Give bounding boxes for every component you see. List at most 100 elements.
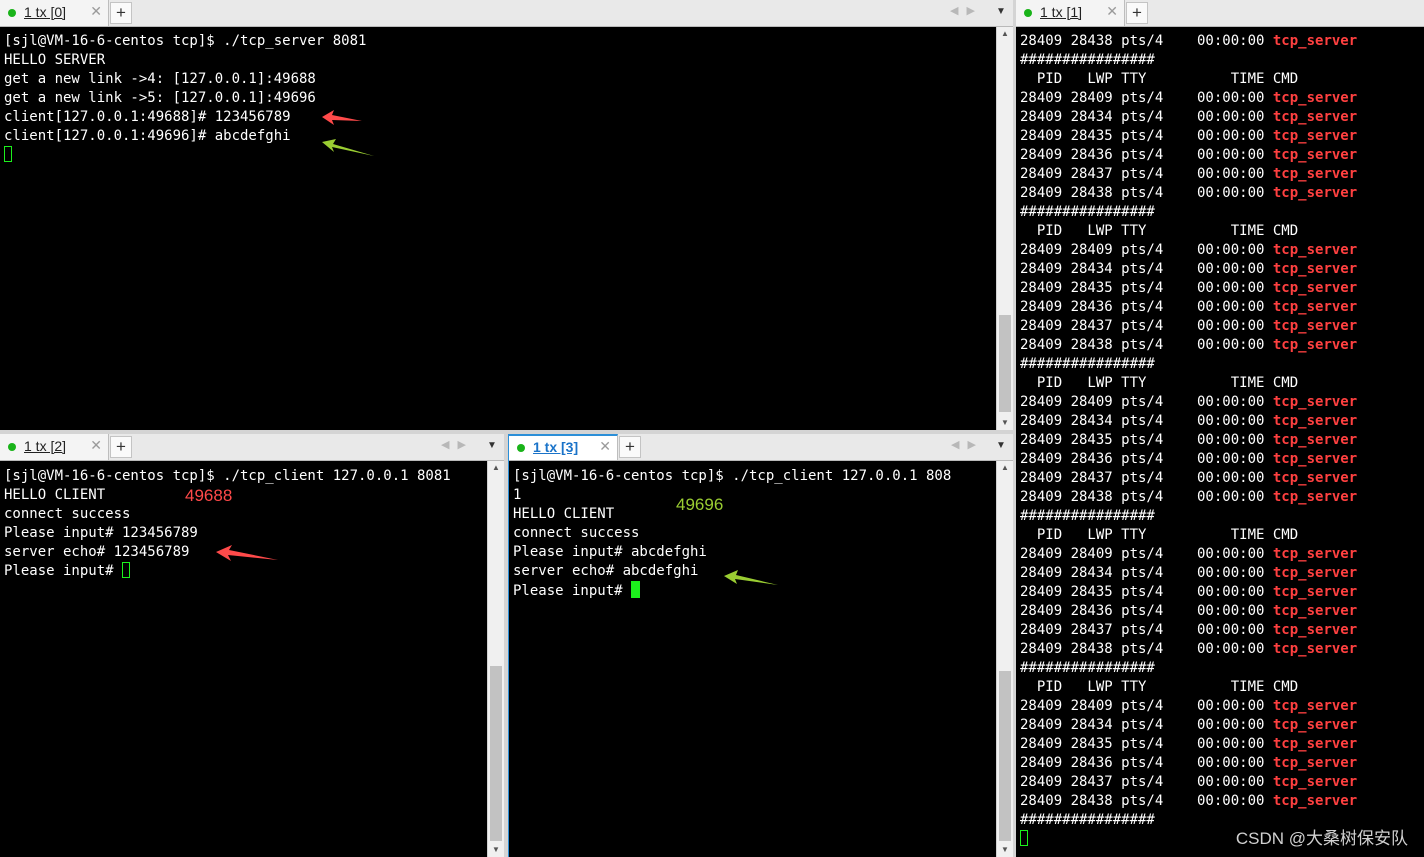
process-cmd: tcp_server	[1272, 242, 1358, 258]
terminal-line: 28409 28434 pts/4 00:00:00 tcp_server	[1020, 412, 1424, 431]
tab-bar: 1 tx [0] ✕ + ◀▶ ▼	[0, 0, 1013, 27]
tab-tx-2[interactable]: 1 tx [2] ✕	[0, 434, 109, 460]
terminal-line: get a new link ->4: [127.0.0.1]:49688	[4, 70, 993, 89]
terminal-output[interactable]: [sjl@VM-16-6-centos tcp]$ ./tcp_client 1…	[4, 467, 484, 857]
process-cmd: tcp_server	[1272, 755, 1358, 771]
process-cmd: tcp_server	[1272, 299, 1358, 315]
terminal-line: [sjl@VM-16-6-centos tcp]$ ./tcp_server 8…	[4, 32, 993, 51]
watermark: CSDN @大桑树保安队	[1235, 829, 1408, 848]
terminal-line-text: 28409 28437 pts/4 00:00:00	[1020, 622, 1273, 638]
terminal-line-text: 28409 28436 pts/4 00:00:00	[1020, 603, 1273, 619]
scroll-up-icon[interactable]: ▲	[997, 27, 1013, 41]
terminal-line-text: get a new link ->5: [127.0.0.1]:49696	[4, 90, 316, 106]
process-cmd: tcp_server	[1272, 451, 1358, 467]
terminal-line: 28409 28438 pts/4 00:00:00 tcp_server	[1020, 792, 1424, 811]
close-tab-icon[interactable]: ✕	[90, 3, 102, 20]
new-tab-button[interactable]: +	[110, 2, 132, 24]
scroll-thumb[interactable]	[999, 671, 1011, 841]
terminal-line-text: 28409 28409 pts/4 00:00:00	[1020, 242, 1273, 258]
tab-tx-1[interactable]: 1 tx [1] ✕	[1016, 0, 1125, 26]
terminal-line: 28409 28435 pts/4 00:00:00 tcp_server	[1020, 583, 1424, 602]
terminal-line-text: Please input# 123456789	[4, 525, 198, 541]
tab-nav-arrows-icon[interactable]: ◀▶	[951, 438, 984, 451]
process-cmd: tcp_server	[1272, 33, 1358, 49]
terminal-line-text: 28409 28437 pts/4 00:00:00	[1020, 470, 1273, 486]
tab-label: 1 tx [2]	[24, 438, 67, 454]
chevron-down-icon[interactable]: ▼	[996, 6, 1006, 17]
scroll-thumb[interactable]	[999, 315, 1011, 412]
terminal-line: 28409 28437 pts/4 00:00:00 tcp_server	[1020, 469, 1424, 488]
terminal-line: 28409 28437 pts/4 00:00:00 tcp_server	[1020, 317, 1424, 336]
terminal-line-text: ################	[1020, 660, 1155, 676]
terminal-line: ################	[1020, 51, 1424, 70]
green-arrow-icon	[322, 139, 374, 156]
terminal-line: 28409 28438 pts/4 00:00:00 tcp_server	[1020, 640, 1424, 659]
terminal-line-text: HELLO CLIENT	[4, 487, 106, 503]
terminal-line-text: 28409 28434 pts/4 00:00:00	[1020, 261, 1273, 277]
terminal-line: PID LWP TTY TIME CMD	[1020, 70, 1424, 89]
terminal-line: 28409 28436 pts/4 00:00:00 tcp_server	[1020, 754, 1424, 773]
vertical-scrollbar[interactable]: ▲ ▼	[996, 461, 1013, 857]
terminal-line: 28409 28434 pts/4 00:00:00 tcp_server	[1020, 108, 1424, 127]
terminal-line-text: 28409 28409 pts/4 00:00:00	[1020, 546, 1273, 562]
process-cmd: tcp_server	[1272, 736, 1358, 752]
terminal-output[interactable]: [sjl@VM-16-6-centos tcp]$ ./tcp_client 1…	[513, 467, 993, 857]
terminal-line: connect success	[513, 524, 993, 543]
terminal-line: 28409 28437 pts/4 00:00:00 tcp_server	[1020, 773, 1424, 792]
tab-label: 1 tx [3]	[533, 439, 579, 455]
close-tab-icon[interactable]: ✕	[599, 438, 611, 455]
new-tab-button[interactable]: +	[110, 436, 132, 458]
terminal-line-text: [sjl@VM-16-6-centos tcp]$ ./tcp_client 1…	[513, 468, 952, 484]
terminal-line: ################	[1020, 507, 1424, 526]
terminal-line: PID LWP TTY TIME CMD	[1020, 678, 1424, 697]
scroll-up-icon[interactable]: ▲	[488, 461, 504, 475]
tab-nav-arrows-icon[interactable]: ◀▶	[950, 4, 983, 17]
close-tab-icon[interactable]: ✕	[1106, 3, 1118, 20]
process-cmd: tcp_server	[1272, 546, 1358, 562]
new-tab-button[interactable]: +	[619, 436, 641, 458]
status-dot-icon	[1024, 9, 1032, 17]
scroll-down-icon[interactable]: ▼	[997, 843, 1013, 857]
tab-nav-arrows-icon[interactable]: ◀▶	[441, 438, 474, 451]
scroll-down-icon[interactable]: ▼	[997, 416, 1013, 430]
vertical-scrollbar[interactable]: ▲ ▼	[487, 461, 504, 857]
tab-tx-3[interactable]: 1 tx [3] ✕	[509, 434, 618, 460]
terminal-line-text: 28409 28409 pts/4 00:00:00	[1020, 394, 1273, 410]
terminal-line-text: 28409 28435 pts/4 00:00:00	[1020, 432, 1273, 448]
terminal-line-text: PID LWP TTY TIME CMD	[1020, 223, 1299, 239]
terminal-output[interactable]: [sjl@VM-16-6-centos tcp]$ ./tcp_server 8…	[4, 32, 993, 430]
status-dot-icon	[517, 444, 525, 452]
terminal-pane-client-1[interactable]: 1 tx [2] ✕ + ◀▶ ▼ [sjl@VM-16-6-centos tc…	[0, 434, 504, 857]
vertical-scrollbar[interactable]: ▲ ▼	[996, 27, 1013, 430]
red-arrow-icon	[216, 545, 278, 561]
scroll-down-icon[interactable]: ▼	[488, 843, 504, 857]
tab-tx-0[interactable]: 1 tx [0] ✕	[0, 0, 109, 26]
terminal-line: 28409 28438 pts/4 00:00:00 tcp_server	[1020, 488, 1424, 507]
scroll-thumb[interactable]	[490, 666, 502, 841]
terminal-line-text: 28409 28438 pts/4 00:00:00	[1020, 337, 1273, 353]
terminal-line: 28409 28436 pts/4 00:00:00 tcp_server	[1020, 298, 1424, 317]
terminal-line	[4, 146, 993, 165]
close-tab-icon[interactable]: ✕	[90, 437, 102, 454]
cursor-icon	[631, 581, 641, 598]
terminal-pane-server[interactable]: 1 tx [0] ✕ + ◀▶ ▼ [sjl@VM-16-6-centos tc…	[0, 0, 1013, 430]
terminal-line-text: [sjl@VM-16-6-centos tcp]$ ./tcp_client 1…	[4, 468, 451, 484]
tab-label: 1 tx [1]	[1040, 4, 1083, 20]
terminal-pane-client-2[interactable]: 1 tx [3] ✕ + ◀▶ ▼ [sjl@VM-16-6-centos tc…	[508, 434, 1013, 857]
process-cmd: tcp_server	[1272, 413, 1358, 429]
terminal-line-text: 28409 28436 pts/4 00:00:00	[1020, 755, 1273, 771]
chevron-down-icon[interactable]: ▼	[487, 440, 497, 451]
terminal-line-text: 28409 28434 pts/4 00:00:00	[1020, 717, 1273, 733]
terminal-output[interactable]: 28409 28438 pts/4 00:00:00 tcp_server ###…	[1020, 32, 1424, 857]
terminal-line-text: 28409 28438 pts/4 00:00:00	[1020, 489, 1273, 505]
process-cmd: tcp_server	[1272, 565, 1358, 581]
scroll-up-icon[interactable]: ▲	[997, 461, 1013, 475]
process-cmd: tcp_server	[1272, 261, 1358, 277]
chevron-down-icon[interactable]: ▼	[996, 440, 1006, 451]
tab-bar: 1 tx [1] ✕ +	[1016, 0, 1424, 27]
terminal-line: PID LWP TTY TIME CMD	[1020, 374, 1424, 393]
terminal-line: 28409 28409 pts/4 00:00:00 tcp_server	[1020, 545, 1424, 564]
process-cmd: tcp_server	[1272, 584, 1358, 600]
terminal-pane-ps-monitor[interactable]: 1 tx [1] ✕ + 28409 28438 pts/4 00:00:00 …	[1016, 0, 1424, 857]
new-tab-button[interactable]: +	[1126, 2, 1148, 24]
